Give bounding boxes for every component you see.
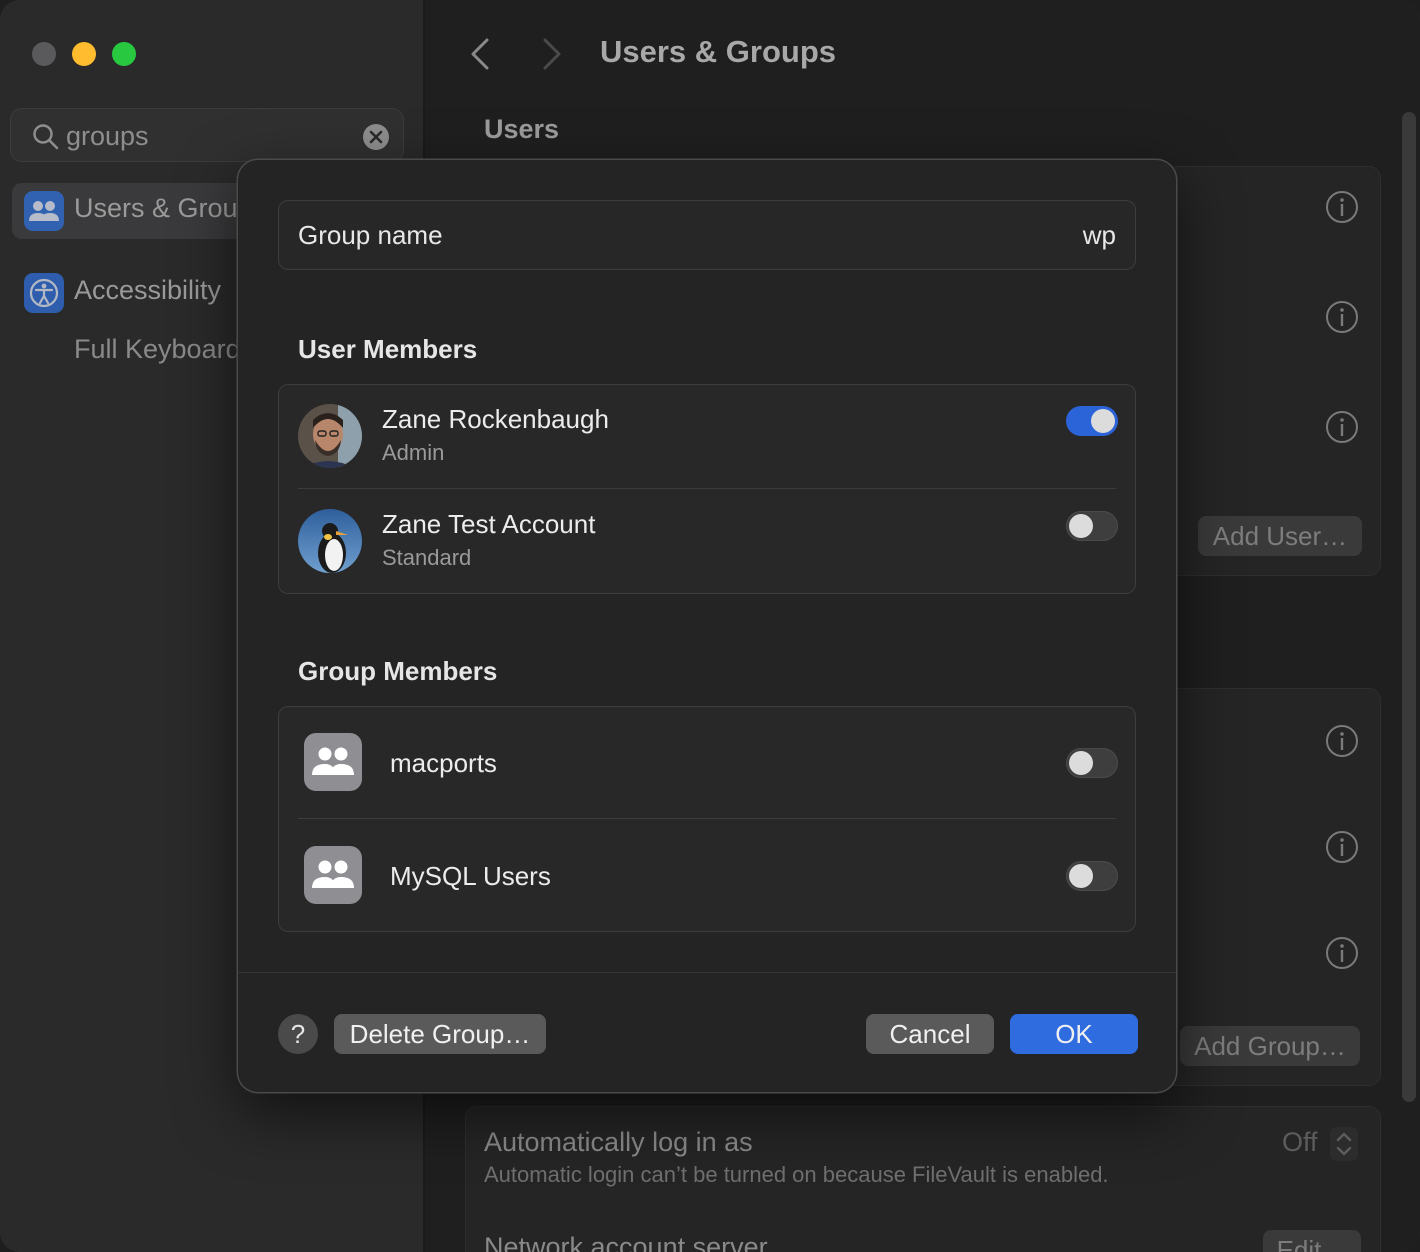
list-item: MySQL Users (278, 819, 1136, 932)
member-name: Zane Rockenbaugh (382, 404, 609, 434)
chevron-left-icon[interactable] (465, 36, 495, 72)
group-member-name: MySQL Users (390, 861, 551, 891)
sidebar-item-label: Accessibility (74, 275, 222, 305)
group-toggle-macports[interactable] (1066, 748, 1118, 778)
maximize-window-button[interactable] (112, 42, 136, 66)
edit-group-sheet: Group name wp User Members Zane Rockenba… (238, 160, 1176, 1092)
help-button[interactable]: ? (278, 1014, 318, 1054)
group-icon (304, 846, 362, 904)
minimize-window-button[interactable] (72, 42, 96, 66)
user-members-list: Zane Rockenbaugh Admin Zane Test Account… (278, 384, 1136, 594)
user-avatar (298, 509, 362, 573)
search-icon (33, 124, 59, 150)
add-user-button[interactable]: Add User… (1198, 516, 1362, 556)
page-title: Users & Groups (600, 34, 837, 69)
accessibility-icon (24, 273, 64, 313)
info-icon[interactable] (1325, 724, 1359, 758)
group-toggle-mysql-users[interactable] (1066, 861, 1118, 891)
sidebar-subitem-full-keyboard[interactable]: Full Keyboard (74, 334, 241, 365)
toggle-knob (1091, 409, 1115, 433)
ok-button[interactable]: OK (1010, 1014, 1138, 1054)
sidebar-item-label: Users & Grou (74, 193, 238, 223)
popup-stepper-icon[interactable] (1329, 1126, 1359, 1162)
info-icon[interactable] (1325, 830, 1359, 864)
info-icon[interactable] (1325, 190, 1359, 224)
cancel-button[interactable]: Cancel (866, 1014, 994, 1054)
user-members-heading: User Members (298, 334, 478, 364)
group-name-value[interactable]: wp (1083, 220, 1116, 251)
divider (238, 972, 1176, 973)
list-item: Zane Test Account Standard (278, 489, 1136, 594)
close-window-button[interactable] (32, 42, 56, 66)
toggle-knob (1069, 751, 1093, 775)
group-icon (304, 733, 362, 791)
chevron-right-icon[interactable] (537, 36, 567, 72)
delete-group-button[interactable]: Delete Group… (334, 1014, 546, 1054)
search-input[interactable] (64, 116, 358, 156)
group-member-name: macports (390, 748, 497, 778)
list-item: macports (278, 706, 1136, 818)
group-name-field[interactable]: Group name wp (278, 200, 1136, 270)
toggle-knob (1069, 864, 1093, 888)
auto-login-title: Automatically log in as (484, 1127, 753, 1157)
member-role: Standard (382, 545, 472, 570)
info-icon[interactable] (1325, 936, 1359, 970)
system-settings-window: Users & Grou Accessibility Full Keyboard… (0, 0, 1420, 1252)
group-name-label: Group name (298, 220, 443, 250)
users-section-title: Users (484, 114, 560, 144)
member-toggle-zane-test-account[interactable] (1066, 511, 1118, 541)
group-members-list: macports MySQL Users (278, 706, 1136, 932)
auto-login-description: Automatic login can’t be turned on becau… (484, 1162, 1109, 1187)
group-members-heading: Group Members (298, 656, 498, 686)
info-icon[interactable] (1325, 300, 1359, 334)
info-icon[interactable] (1325, 410, 1359, 444)
scrollbar[interactable] (1402, 112, 1416, 1102)
member-toggle-zane-rockenbaugh[interactable] (1066, 406, 1118, 436)
member-role: Admin (382, 440, 445, 465)
member-name: Zane Test Account (382, 509, 596, 539)
network-account-title: Network account server (484, 1232, 768, 1252)
auto-login-value[interactable]: Off (1282, 1127, 1318, 1158)
clear-search-icon[interactable] (362, 123, 390, 151)
users-groups-icon (24, 191, 64, 231)
search-field[interactable] (10, 108, 404, 162)
edit-button[interactable]: Edit… (1263, 1230, 1361, 1252)
toggle-knob (1069, 514, 1093, 538)
user-avatar (298, 404, 362, 468)
add-group-button[interactable]: Add Group… (1180, 1026, 1360, 1066)
list-item: Zane Rockenbaugh Admin (278, 384, 1136, 488)
